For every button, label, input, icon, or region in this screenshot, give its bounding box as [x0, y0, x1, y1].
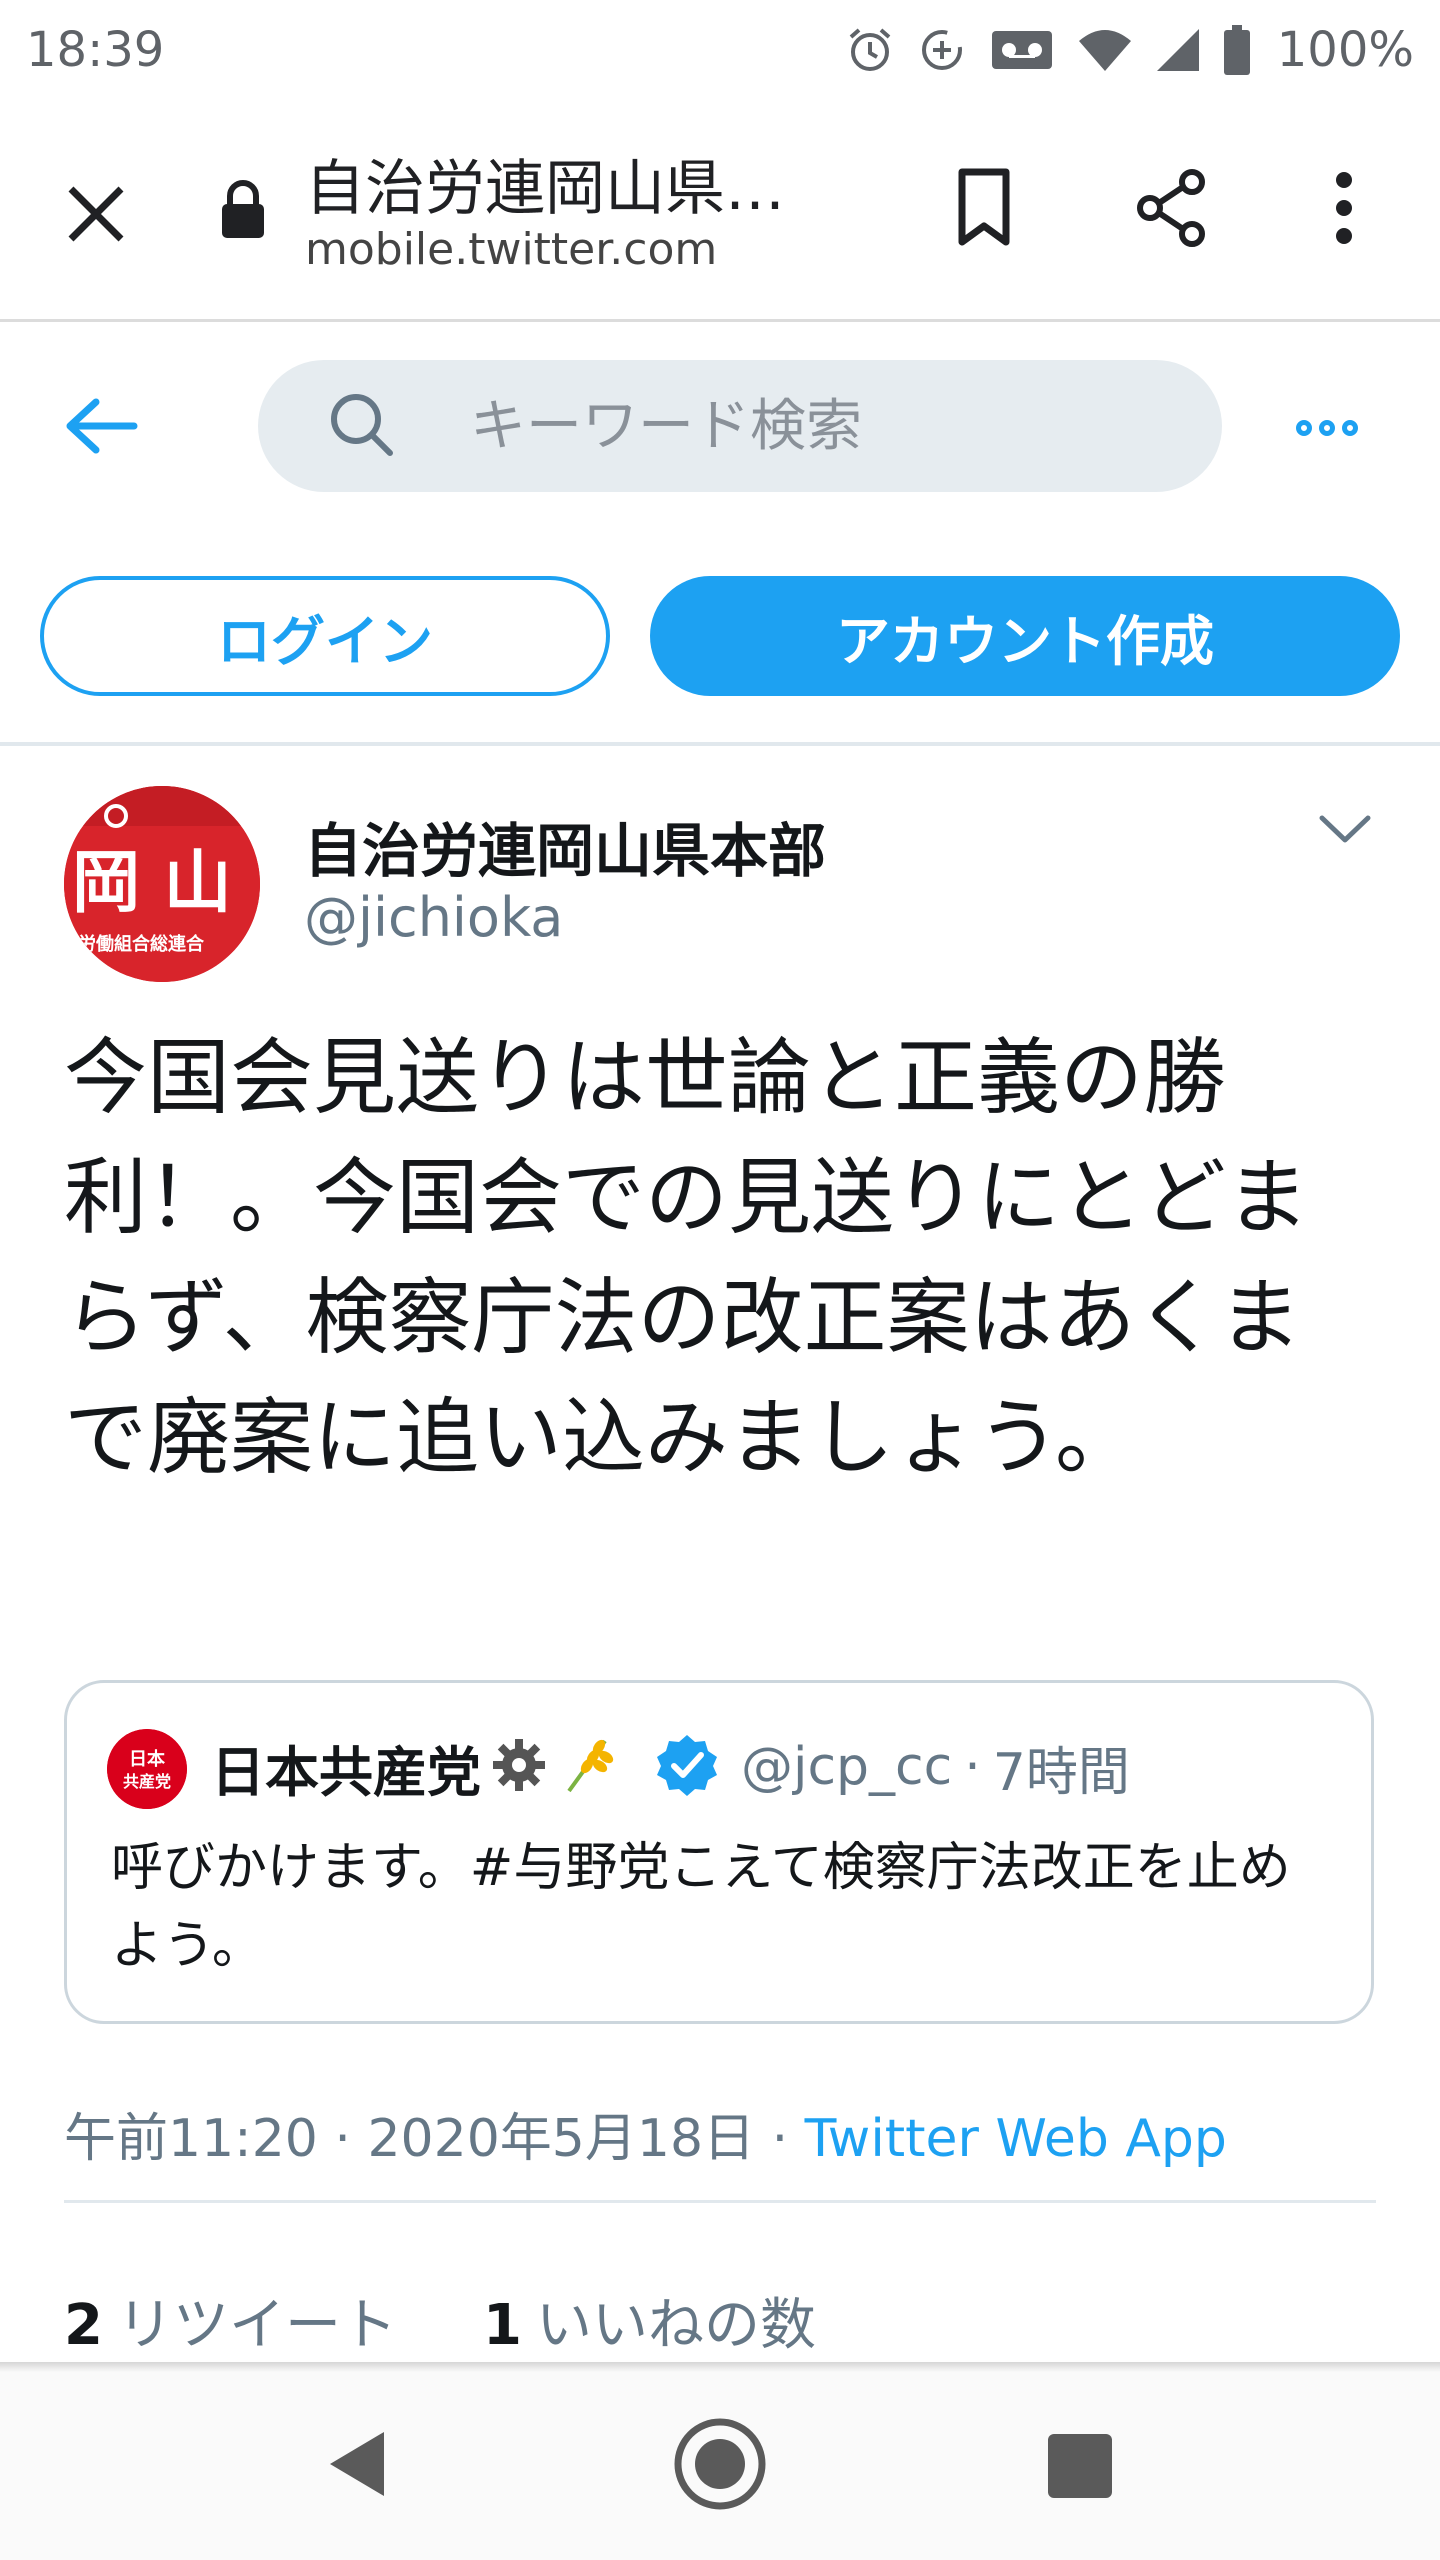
nav-back-icon[interactable] — [326, 2428, 388, 2504]
quoted-author-handle: @jcp_cc — [741, 1737, 953, 1797]
browser-toolbar: 自治労連岡山県… mobile.twitter.com — [0, 100, 1440, 322]
search-icon — [326, 389, 396, 463]
rice-plant-icon — [559, 1735, 615, 1799]
status-bar: 18:39 100% — [0, 0, 1440, 100]
like-count: 1 — [482, 2293, 522, 2358]
author-handle[interactable]: @jichioka — [304, 886, 563, 949]
battery-percentage: 100% — [1276, 22, 1414, 78]
avatar-logo-subtext: 労働組合総連合 — [78, 933, 205, 955]
retweet-label: リツイート — [116, 2293, 397, 2358]
tweet-meta: 午前11:20 · 2020年5月18日 · Twitter Web App — [64, 2096, 1227, 2171]
nav-recents-icon[interactable] — [1048, 2434, 1112, 2498]
quoted-separator: · — [964, 1737, 981, 1797]
bookmark-icon[interactable] — [948, 166, 1020, 252]
lock-icon — [220, 180, 266, 244]
verified-badge-icon — [655, 1733, 719, 1801]
more-vert-icon[interactable] — [1320, 166, 1368, 254]
twitter-header — [0, 322, 1440, 522]
quoted-avatar-text-top: 日本 — [129, 1748, 165, 1770]
alarm-icon — [845, 25, 895, 75]
share-icon[interactable] — [1130, 166, 1214, 254]
back-arrow-icon[interactable] — [62, 398, 140, 458]
auth-bar: ログイン アカウント作成 — [0, 522, 1440, 746]
wifi-icon — [1077, 25, 1133, 75]
tweet-text: 今国会見送りは世論と正義の勝利！。今国会での見送りにとどまらず、検察庁法の改正案… — [64, 1029, 1309, 1486]
chevron-down-icon[interactable] — [1318, 812, 1372, 850]
quoted-tweet[interactable]: 日本 共産党 日本共産党 @jcp_cc · 7時間 呼びかけます。#与野党こえ… — [64, 1680, 1374, 2024]
voicemail-icon — [989, 25, 1055, 75]
quoted-author-name: 日本共産党 — [211, 1740, 481, 1804]
tweet-time: 午前11:20 — [64, 2109, 318, 2169]
close-icon[interactable] — [58, 176, 134, 252]
quoted-timestamp: 7時間 — [992, 1742, 1130, 1803]
tweet-date[interactable]: 2020年5月18日 — [367, 2109, 755, 2169]
more-horiz-icon[interactable] — [1296, 420, 1358, 436]
login-button[interactable]: ログイン — [40, 576, 610, 696]
data-saver-icon — [917, 25, 967, 75]
tweet-source-link[interactable]: Twitter Web App — [805, 2109, 1227, 2169]
avatar-logo-text: 岡 山 — [72, 844, 232, 923]
author-name[interactable]: 自治労連岡山県本部 — [304, 804, 826, 888]
signup-button[interactable]: アカウント作成 — [650, 576, 1400, 696]
nav-home-icon[interactable] — [672, 2416, 768, 2516]
quoted-text: 呼びかけます。#与野党こえて検察庁法改正を止めよう。 — [111, 1838, 1291, 1976]
page-url[interactable]: mobile.twitter.com — [305, 224, 717, 275]
quoted-avatar: 日本 共産党 — [107, 1729, 187, 1809]
nav-shadow — [0, 2362, 1440, 2372]
like-label: いいねの数 — [535, 2293, 816, 2358]
status-icons: 100% — [845, 22, 1414, 78]
retweet-count: 2 — [64, 2293, 103, 2358]
divider — [64, 2200, 1376, 2203]
meta-separator: · — [755, 2109, 805, 2169]
search-bar[interactable] — [258, 360, 1222, 492]
avatar[interactable]: 岡 山 労働組合総連合 — [64, 786, 260, 982]
page-title: 自治労連岡山県… — [305, 154, 785, 224]
quoted-avatar-text-bottom: 共産党 — [123, 1772, 171, 1791]
like-stat[interactable]: 1 いいねの数 — [483, 2280, 816, 2361]
battery-icon — [1223, 24, 1251, 76]
meta-separator: · — [317, 2109, 368, 2169]
tweet-stats: 2 リツイート 1 いいねの数 — [64, 2280, 816, 2361]
search-input[interactable] — [470, 393, 1110, 459]
retweet-stat[interactable]: 2 リツイート — [64, 2280, 397, 2361]
gear-icon — [489, 1735, 549, 1799]
system-nav-bar — [0, 2372, 1440, 2560]
tweet: 岡 山 労働組合総連合 自治労連岡山県本部 @jichioka 今国会見送りは世… — [0, 750, 1440, 2370]
quoted-header: 日本共産党 @jcp_cc · 7時間 — [211, 1727, 1130, 1807]
signal-icon — [1155, 25, 1201, 75]
status-time: 18:39 — [26, 22, 165, 78]
